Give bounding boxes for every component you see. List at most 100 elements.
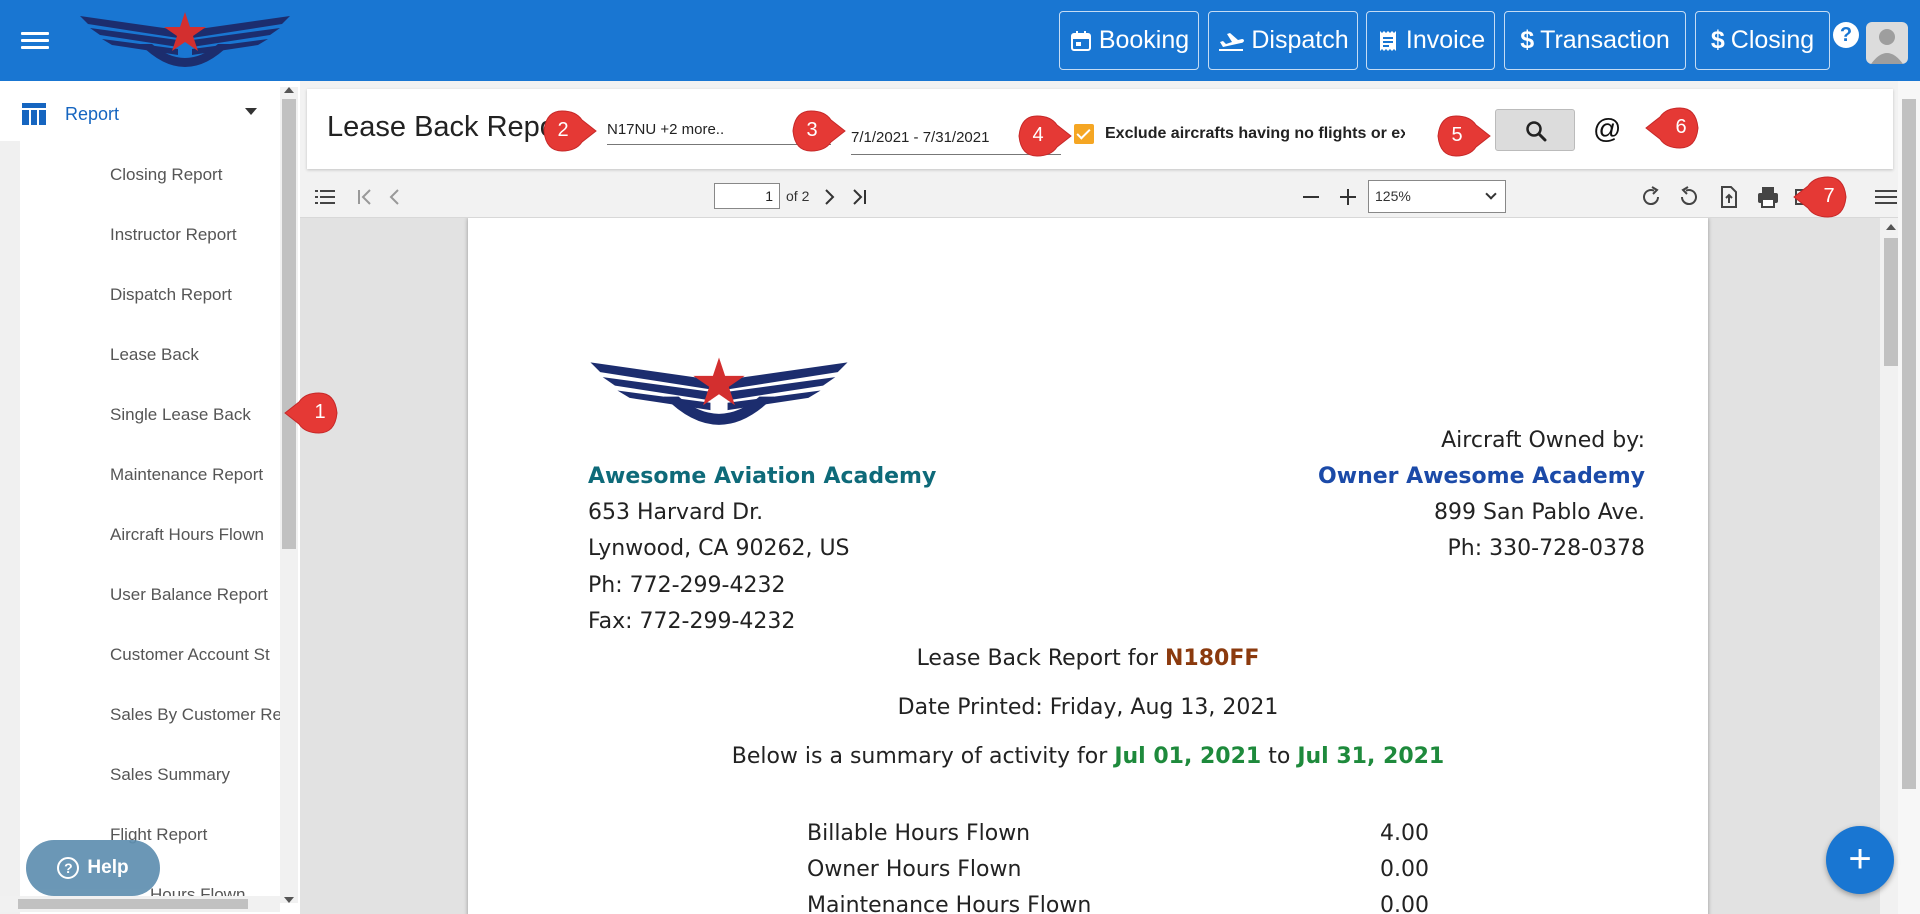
transaction-label: Transaction [1540, 26, 1670, 54]
sidebar-indent-strip [0, 141, 20, 914]
tail-number: N180FF [1165, 646, 1260, 671]
sidebar-item-lease-back[interactable]: Lease Back [110, 345, 280, 365]
sidebar-toggle-icon[interactable] [312, 184, 338, 210]
report-heading: Lease Back Report for N180FF [468, 646, 1708, 671]
exclude-aircraft-checkbox[interactable] [1074, 124, 1094, 144]
plane-takeoff-icon [1219, 32, 1245, 51]
school-address-line2: Lynwood, CA 90262, US [588, 536, 850, 561]
search-button[interactable] [1495, 109, 1575, 151]
sidebar-section-report[interactable]: Report [0, 81, 280, 141]
rotate-counterclockwise-icon[interactable] [1676, 184, 1702, 210]
page-count-label: of 2 [786, 188, 810, 204]
closing-button[interactable]: $ Closing [1695, 11, 1830, 70]
sidebar-horizontal-scrollbar[interactable] [0, 896, 280, 912]
help-question-icon: ? [57, 857, 80, 879]
sidebar-item-user-balance-report[interactable]: User Balance Report [110, 585, 280, 605]
last-page-icon[interactable] [846, 184, 872, 210]
owner-phone: Ph: 330-728-0378 [1447, 536, 1645, 561]
pdf-page: Aircraft Owned by: Owner Awesome Academy… [468, 218, 1708, 914]
summary-to: to [1268, 744, 1291, 769]
zoom-in-icon[interactable] [1335, 184, 1361, 210]
school-fax: Fax: 772-299-4232 [588, 609, 796, 634]
sidebar-item-maintenance-report[interactable]: Maintenance Report [110, 465, 280, 485]
callout-number: 4 [1032, 124, 1044, 146]
zoom-select[interactable]: 125% [1368, 180, 1506, 213]
transaction-button[interactable]: $ Transaction [1504, 11, 1686, 70]
dollar-icon: $ [1520, 26, 1535, 54]
previous-page-icon[interactable] [382, 184, 408, 210]
sidebar-item-sales-summary[interactable]: Sales Summary [110, 765, 280, 785]
email-icon[interactable]: @ [1593, 113, 1621, 145]
school-phone: Ph: 772-299-4232 [588, 573, 786, 598]
callout-number: 1 [314, 401, 326, 423]
callout-marker: 6 [1644, 103, 1699, 153]
sidebar-section-label: Report [65, 104, 120, 124]
summary-row-value: 4.00 [1380, 821, 1429, 846]
dispatch-button[interactable]: Dispatch [1208, 11, 1358, 70]
school-name: Awesome Aviation Academy [588, 464, 937, 489]
report-heading-prefix: Lease Back Report for [916, 646, 1159, 671]
owner-address: 899 San Pablo Ave. [1434, 500, 1645, 525]
sidebar-item-aircraft-hours-flown[interactable]: Aircraft Hours Flown [110, 525, 280, 545]
page-number-input[interactable]: 1 [714, 183, 780, 209]
summary-row-label: Billable Hours Flown [807, 821, 1031, 846]
summary-row-value: 0.00 [1380, 893, 1429, 914]
download-icon[interactable] [1716, 184, 1742, 210]
callout-number: 6 [1675, 116, 1687, 138]
next-page-icon[interactable] [816, 184, 842, 210]
print-icon[interactable] [1755, 184, 1781, 210]
chevron-down-icon [245, 108, 257, 115]
zoom-out-icon[interactable] [1298, 184, 1324, 210]
sidebar-item-single-lease-back[interactable]: Single Lease Back [110, 405, 280, 425]
add-button[interactable]: + [1826, 826, 1894, 894]
summary-row-value: 0.00 [1380, 857, 1429, 882]
first-page-icon[interactable] [352, 184, 378, 210]
callout-marker: 1 [283, 388, 338, 438]
chevron-down-icon [1485, 188, 1497, 200]
sidebar-item-sales-by-customer-report[interactable]: Sales By Customer Re [110, 705, 280, 725]
sidebar-item-instructor-report[interactable]: Instructor Report [110, 225, 280, 245]
sidebar-item-customer-account-statement[interactable]: Customer Account St [110, 645, 280, 665]
pdf-toolbar: 1 of 2 125% [300, 176, 1920, 218]
invoice-button[interactable]: Invoice [1366, 11, 1495, 70]
help-label: Help [87, 857, 129, 878]
booking-button[interactable]: Booking [1059, 11, 1199, 70]
sidebar-vertical-scrollbar[interactable] [280, 87, 298, 903]
school-address-line1: 653 Harvard Dr. [588, 500, 764, 525]
page-vertical-scrollbar[interactable] [1898, 81, 1920, 914]
sidebar-item-dispatch-report[interactable]: Dispatch Report [110, 285, 280, 305]
callout-number: 7 [1823, 185, 1835, 207]
help-button[interactable]: ? Help [26, 840, 160, 896]
receipt-icon [1379, 30, 1396, 51]
pdf-viewer[interactable]: Aircraft Owned by: Owner Awesome Academy… [300, 218, 1920, 914]
period-end: Jul 31, 2021 [1297, 744, 1445, 769]
callout-marker: 2 [528, 106, 597, 156]
summary-sentence: Below is a summary of activity for Jul 0… [468, 744, 1708, 769]
sidebar-item-closing-report[interactable]: Closing Report [110, 165, 280, 185]
top-navigation-bar: Booking Dispatch Invoice $ Transaction $… [0, 0, 1920, 81]
owner-name: Owner Awesome Academy [1318, 464, 1645, 489]
callout-marker: 5 [1422, 111, 1491, 161]
invoice-label: Invoice [1405, 26, 1486, 54]
more-tools-icon[interactable] [1873, 184, 1899, 210]
search-icon [1526, 121, 1547, 142]
callout-marker: 3 [777, 106, 846, 156]
summary-row-label: Maintenance Hours Flown [807, 893, 1092, 914]
exclude-aircraft-label: Exclude aircrafts having no flights or e… [1105, 125, 1405, 142]
summary-prefix: Below is a summary of activity for [731, 744, 1108, 769]
dollar-icon: $ [1710, 26, 1725, 54]
closing-label: Closing [1730, 26, 1815, 54]
period-start: Jul 01, 2021 [1114, 744, 1262, 769]
report-table-icon [22, 103, 46, 125]
brand-logo[interactable] [78, 8, 292, 74]
callout-marker: 7 [1792, 172, 1847, 222]
rotate-clockwise-icon[interactable] [1638, 184, 1664, 210]
callout-number: 3 [806, 119, 818, 141]
dispatch-label: Dispatch [1251, 26, 1349, 54]
menu-icon[interactable] [18, 28, 52, 54]
avatar[interactable] [1866, 22, 1908, 64]
callout-number: 5 [1451, 124, 1463, 146]
callout-number: 2 [557, 119, 569, 141]
date-printed: Date Printed: Friday, Aug 13, 2021 [897, 695, 1279, 720]
help-icon[interactable]: ? [1833, 22, 1859, 48]
